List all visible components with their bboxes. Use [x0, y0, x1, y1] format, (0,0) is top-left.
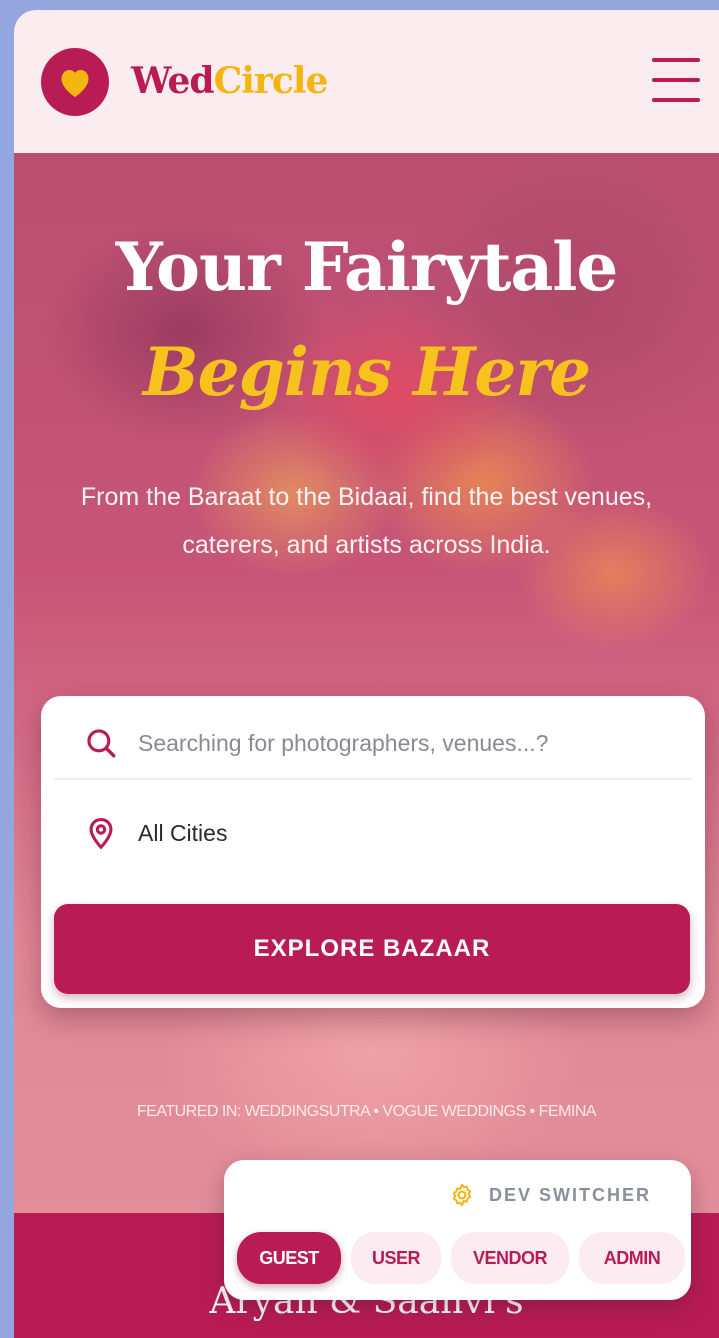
hero-title-line1: Your Fairytale [115, 228, 619, 306]
search-icon [87, 729, 116, 758]
dev-switcher-panel: DEV SWITCHER GUEST USER VENDOR ADMIN [224, 1160, 691, 1300]
menu-line [652, 78, 700, 82]
hero-title-line2: Begins Here [142, 333, 591, 411]
heart-icon [61, 70, 89, 97]
menu-line [652, 98, 700, 102]
explore-bazaar-button[interactable]: EXPLORE BAZAAR [54, 904, 690, 994]
city-value: All Cities [138, 819, 228, 846]
hero-section: Your Fairytale Begins Here From the Bara… [14, 153, 719, 1213]
dev-switcher-header: DEV SWITCHER [449, 1182, 651, 1208]
role-tab-admin[interactable]: ADMIN [579, 1232, 685, 1284]
search-card: All Cities EXPLORE BAZAAR [41, 696, 705, 1008]
brand-name[interactable]: WedCircle [131, 56, 329, 106]
hamburger-menu-icon[interactable] [652, 58, 700, 102]
search-input[interactable] [138, 729, 658, 757]
search-row[interactable] [54, 708, 692, 780]
brand-part-wed: Wed [131, 60, 215, 102]
app-frame: WedCircle Your Fairytale Begins Here Fro… [14, 10, 719, 1338]
logo[interactable] [41, 48, 109, 116]
city-select[interactable]: All Cities [54, 796, 692, 870]
menu-line [652, 58, 700, 62]
hero-subtitle: From the Baraat to the Bidaai, find the … [80, 483, 653, 559]
role-tab-user[interactable]: USER [351, 1232, 441, 1284]
location-pin-icon [89, 817, 113, 850]
site-header: WedCircle [14, 10, 719, 153]
dev-switcher-label: DEV SWITCHER [488, 1184, 651, 1205]
role-tab-guest[interactable]: GUEST [237, 1232, 341, 1284]
role-tabs: GUEST USER VENDOR ADMIN [237, 1232, 685, 1284]
brand-part-circle: Circle [213, 60, 329, 102]
gear-icon [452, 1183, 472, 1207]
hero-content: Your Fairytale Begins Here From the Bara… [14, 153, 719, 1213]
role-tab-vendor[interactable]: VENDOR [451, 1232, 569, 1284]
featured-in-text: FEATURED IN: WEDDINGSUTRA • VOGUE WEDDIN… [136, 1103, 597, 1120]
